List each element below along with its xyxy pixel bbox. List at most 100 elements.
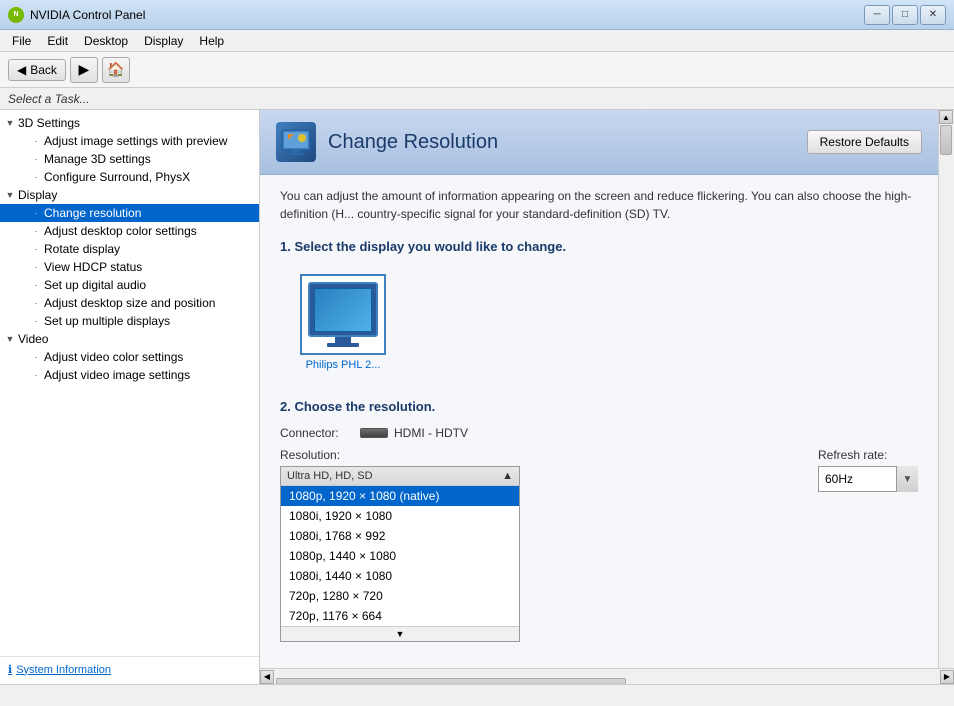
sidebar-item-label: Manage 3D settings [44,152,151,166]
expand-video-icon: ▼ [4,333,16,345]
resolution-group-header: Ultra HD, HD, SD ▲ [281,467,519,486]
select-task-label: Select a Task... [8,92,90,106]
resolution-item-6[interactable]: 720p, 1176 × 664 [281,606,519,626]
menu-help[interactable]: Help [191,32,232,50]
tree-dot-icon: · [32,227,40,235]
content-inner: Change Resolution Restore Defaults You c… [260,110,938,706]
info-icon: ℹ [8,663,12,676]
sidebar-3d-settings-label: 3D Settings [18,116,80,130]
sidebar-item-video-color[interactable]: · Adjust video color settings [0,348,259,366]
menu-file[interactable]: File [4,32,39,50]
sidebar-display-label: Display [18,188,57,202]
list-scroll-up-icon[interactable]: ▲ [502,470,513,482]
scroll-up-button[interactable]: ▲ [939,110,953,124]
connector-display: HDMI - HDTV [360,426,468,440]
refresh-right: Refresh rate: 60Hz 30Hz 24Hz ▼ [818,448,918,492]
connector-label: Connector: [280,426,360,440]
scroll-left-button[interactable]: ◀ [260,670,274,684]
resolution-listbox[interactable]: Ultra HD, HD, SD ▲ 1080p, 1920 × 1080 (n… [280,466,520,642]
sidebar-item-desktop-size[interactable]: · Adjust desktop size and position [0,294,259,312]
sidebar-item-label: Configure Surround, PhysX [44,170,190,184]
menu-desktop[interactable]: Desktop [76,32,136,50]
content-body: You can adjust the amount of information… [260,175,938,706]
section1-title: 1. Select the display you would like to … [280,239,918,254]
resolution-item-3[interactable]: 1080p, 1440 × 1080 [281,546,519,566]
monitor-label[interactable]: Philips PHL 2... [306,359,381,371]
sidebar-item-hdcp[interactable]: · View HDCP status [0,258,259,276]
close-button[interactable]: ✕ [920,5,946,25]
monitor-body [308,282,378,337]
sidebar-item-rotate[interactable]: · Rotate display [0,240,259,258]
resolution-item-2[interactable]: 1080i, 1768 × 992 [281,526,519,546]
sidebar-item-label: Set up digital audio [44,278,146,292]
sidebar-item-label: Adjust desktop size and position [44,296,215,310]
menu-display[interactable]: Display [136,32,191,50]
forward-arrow-icon: ▶ [79,61,90,78]
sidebar-item-digital-audio[interactable]: · Set up digital audio [0,276,259,294]
content-header-icon [276,122,316,162]
sidebar-item-label: Set up multiple displays [44,314,170,328]
tree-dot-icon: · [32,209,40,217]
section2-title: 2. Choose the resolution. [280,399,918,414]
content-header: Change Resolution Restore Defaults [260,110,938,175]
home-button[interactable]: 🏠 [102,57,130,83]
connector-type: HDMI - HDTV [394,426,468,440]
sidebar-item-adjust-color[interactable]: · Adjust desktop color settings [0,222,259,240]
content-header-title: Change Resolution [328,131,498,154]
horizontal-scrollbar[interactable]: ◀ ▶ [260,668,954,684]
system-info-link[interactable]: ℹ System Information [8,663,251,676]
tree-dot-icon: · [32,173,40,181]
resolution-group-label: Ultra HD, HD, SD [287,470,373,482]
vertical-scrollbar[interactable]: ▲ ▼ [938,110,954,690]
sidebar-item-multiple-displays[interactable]: · Set up multiple displays [0,312,259,330]
tree-dot-icon: · [32,281,40,289]
resolution-item-0[interactable]: 1080p, 1920 × 1080 (native) [281,486,519,506]
sidebar-category-video[interactable]: ▼ Video [0,330,259,348]
tree-dot-icon: · [32,263,40,271]
back-arrow-icon: ◀ [17,63,26,77]
resolution-item-5[interactable]: 720p, 1280 × 720 [281,586,519,606]
scroll-right-button[interactable]: ▶ [940,670,954,684]
list-scroll-down-icon[interactable]: ▼ [396,629,405,639]
sidebar-category-3d-settings[interactable]: ▼ 3D Settings [0,114,259,132]
restore-defaults-button[interactable]: Restore Defaults [807,130,922,154]
back-label: Back [30,63,57,77]
sidebar-item-label: Adjust video color settings [44,350,183,364]
tree-dot-icon: · [32,353,40,361]
home-icon: 🏠 [107,61,124,78]
back-button[interactable]: ◀ Back [8,59,66,81]
sidebar-item-adjust-image[interactable]: · Adjust image settings with preview [0,132,259,150]
sidebar-item-label: Rotate display [44,242,120,256]
sidebar-item-manage-3d[interactable]: · Manage 3D settings [0,150,259,168]
sidebar: ▼ 3D Settings · Adjust image settings wi… [0,110,260,706]
connector-row: Connector: HDMI - HDTV [280,426,918,440]
sidebar-item-label: View HDCP status [44,260,142,274]
expand-3d-icon: ▼ [4,117,16,129]
list-scroll-down-bar[interactable]: ▼ [281,626,519,641]
sidebar-category-display[interactable]: ▼ Display [0,186,259,204]
sidebar-footer: ℹ System Information [0,656,259,682]
refresh-rate-wrapper: 60Hz 30Hz 24Hz ▼ [818,466,918,492]
maximize-button[interactable]: □ [892,5,918,25]
sidebar-item-change-resolution[interactable]: · Change resolution [0,204,259,222]
sidebar-item-label: Adjust desktop color settings [44,224,197,238]
resolution-list-items: 1080p, 1920 × 1080 (native) 1080i, 1920 … [281,486,519,626]
scroll-track [939,124,954,676]
resolution-layout: Resolution: Ultra HD, HD, SD ▲ 1080p, 19… [280,448,918,642]
menu-edit[interactable]: Edit [39,32,76,50]
resolution-left: Resolution: Ultra HD, HD, SD ▲ 1080p, 19… [280,448,798,642]
minimize-button[interactable]: ─ [864,5,890,25]
scroll-thumb[interactable] [940,125,952,155]
forward-button[interactable]: ▶ [70,57,98,83]
monitor-screen [314,288,372,332]
expand-display-icon: ▼ [4,189,16,201]
sidebar-item-configure-surround[interactable]: · Configure Surround, PhysX [0,168,259,186]
resolution-item-1[interactable]: 1080i, 1920 × 1080 [281,506,519,526]
refresh-rate-select[interactable]: 60Hz 30Hz 24Hz [818,466,918,492]
content-area: Change Resolution Restore Defaults You c… [260,110,954,706]
resolution-item-4[interactable]: 1080i, 1440 × 1080 [281,566,519,586]
title-bar: N NVIDIA Control Panel ─ □ ✕ [0,0,954,30]
tree-dot-icon: · [32,137,40,145]
monitor-display[interactable]: Philips PHL 2... [300,274,386,371]
sidebar-item-video-image[interactable]: · Adjust video image settings [0,366,259,384]
